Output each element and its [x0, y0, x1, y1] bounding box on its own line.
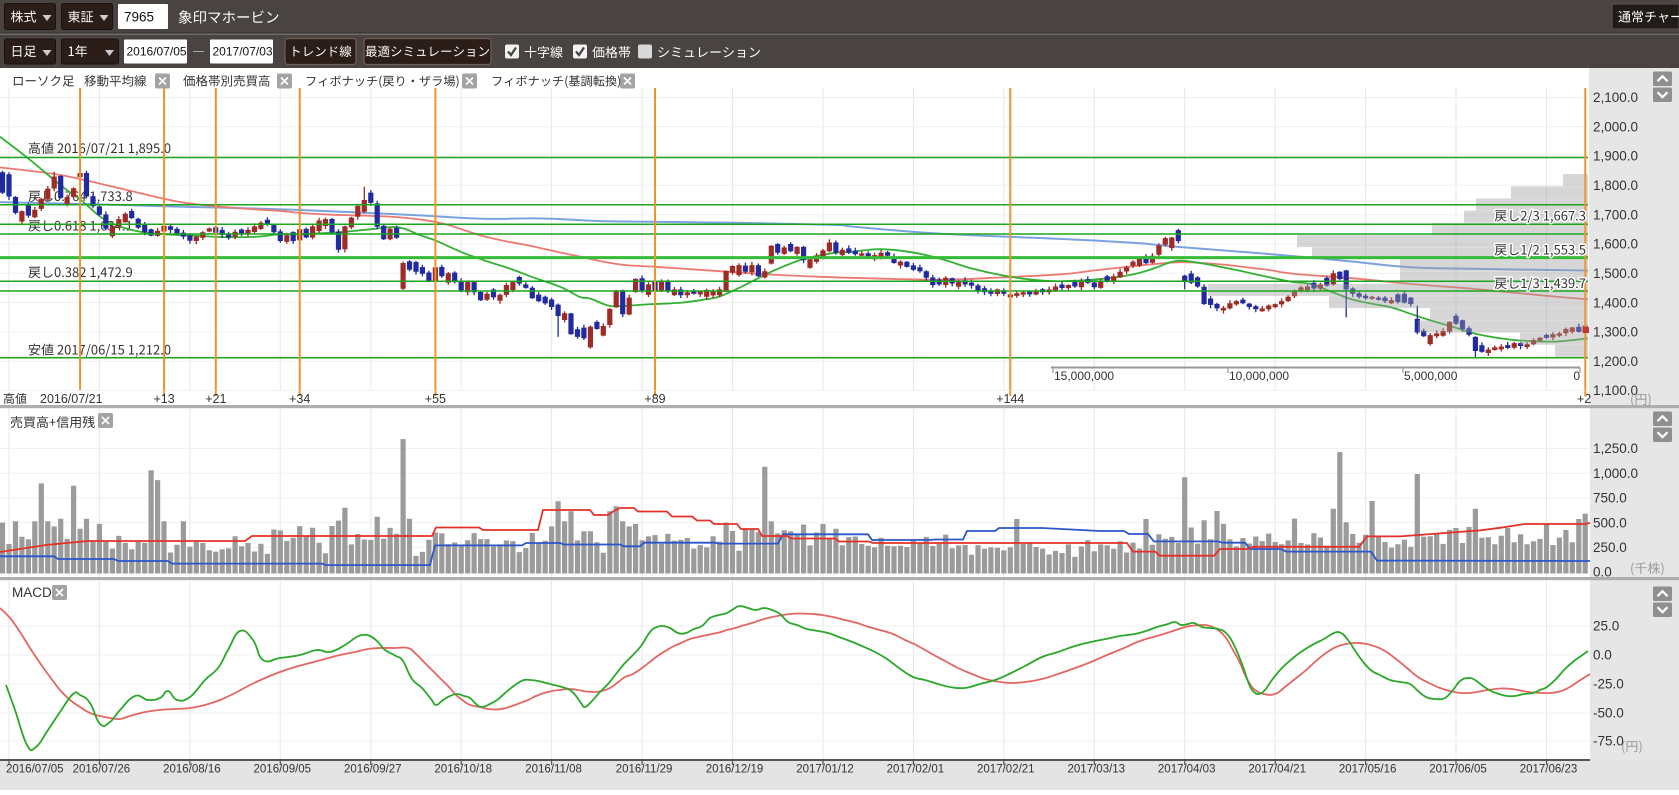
- svg-text:-50.0: -50.0: [1593, 706, 1624, 721]
- svg-text:5,000,000: 5,000,000: [1404, 369, 1458, 383]
- svg-text:1,400.0: 1,400.0: [1593, 295, 1638, 310]
- svg-text:7965: 7965: [124, 10, 154, 25]
- svg-text:+21: +21: [205, 392, 226, 406]
- svg-text:1,500.0: 1,500.0: [1593, 266, 1638, 281]
- svg-text:1,250.0: 1,250.0: [1593, 441, 1638, 456]
- svg-text:1,000.0: 1,000.0: [1593, 466, 1638, 481]
- svg-text:1,700.0: 1,700.0: [1593, 207, 1638, 222]
- svg-text:MACD: MACD: [12, 585, 52, 600]
- svg-text:-25.0: -25.0: [1593, 677, 1624, 692]
- svg-text:2017/04/03: 2017/04/03: [1158, 764, 1216, 776]
- svg-text:2017/02/21: 2017/02/21: [977, 764, 1035, 776]
- svg-text:2017/03/13: 2017/03/13: [1068, 764, 1126, 776]
- svg-text:2016/11/29: 2016/11/29: [616, 764, 673, 776]
- svg-text:2016/11/08: 2016/11/08: [525, 764, 582, 776]
- svg-text:+13: +13: [153, 392, 174, 406]
- svg-text:500.0: 500.0: [1593, 515, 1627, 530]
- svg-text:250.0: 250.0: [1593, 540, 1627, 555]
- svg-text:2016/08/16: 2016/08/16: [163, 764, 221, 776]
- svg-text:1,800.0: 1,800.0: [1593, 178, 1638, 193]
- svg-text:2017/02/01: 2017/02/01: [887, 764, 945, 776]
- svg-text:2017/06/23: 2017/06/23: [1520, 764, 1578, 776]
- svg-text:2016/07/26: 2016/07/26: [73, 764, 131, 776]
- svg-text:2016/09/27: 2016/09/27: [344, 764, 402, 776]
- svg-text:25.0: 25.0: [1593, 619, 1619, 634]
- svg-text:750.0: 750.0: [1593, 491, 1627, 506]
- svg-text:2016/09/05: 2016/09/05: [254, 764, 312, 776]
- svg-text:2017/01/12: 2017/01/12: [796, 764, 854, 776]
- svg-text:2017/04/21: 2017/04/21: [1248, 764, 1306, 776]
- svg-text:2016/07/05: 2016/07/05: [6, 764, 64, 776]
- svg-text:-75.0: -75.0: [1593, 734, 1624, 749]
- svg-text:2017/06/05: 2017/06/05: [1429, 764, 1487, 776]
- svg-text:1,200.0: 1,200.0: [1593, 354, 1638, 369]
- svg-text:1,100.0: 1,100.0: [1593, 383, 1638, 398]
- svg-text:+144: +144: [996, 392, 1024, 406]
- svg-text:2016/12/19: 2016/12/19: [706, 764, 764, 776]
- svg-text:2,000.0: 2,000.0: [1593, 119, 1638, 134]
- svg-text:10,000,000: 10,000,000: [1229, 369, 1289, 383]
- svg-text:0.0: 0.0: [1593, 648, 1612, 663]
- svg-text:2016/10/18: 2016/10/18: [434, 764, 492, 776]
- svg-text:2,100.0: 2,100.0: [1593, 90, 1638, 105]
- svg-text:1,600.0: 1,600.0: [1593, 237, 1638, 252]
- svg-text:2017/05/16: 2017/05/16: [1339, 764, 1397, 776]
- svg-text:2016/07/21: 2016/07/21: [40, 392, 103, 406]
- svg-text:1,300.0: 1,300.0: [1593, 325, 1638, 340]
- svg-text:15,000,000: 15,000,000: [1054, 369, 1114, 383]
- svg-text:+89: +89: [644, 392, 665, 406]
- svg-text:+34: +34: [289, 392, 310, 406]
- svg-text:+2: +2: [1577, 392, 1591, 406]
- svg-text:1,900.0: 1,900.0: [1593, 149, 1638, 164]
- svg-text:2017/07/03: 2017/07/03: [213, 45, 273, 59]
- svg-text:2016/07/05: 2016/07/05: [127, 45, 187, 59]
- svg-text:0: 0: [1573, 369, 1580, 383]
- svg-text:0.0: 0.0: [1593, 565, 1612, 580]
- svg-text:+55: +55: [425, 392, 446, 406]
